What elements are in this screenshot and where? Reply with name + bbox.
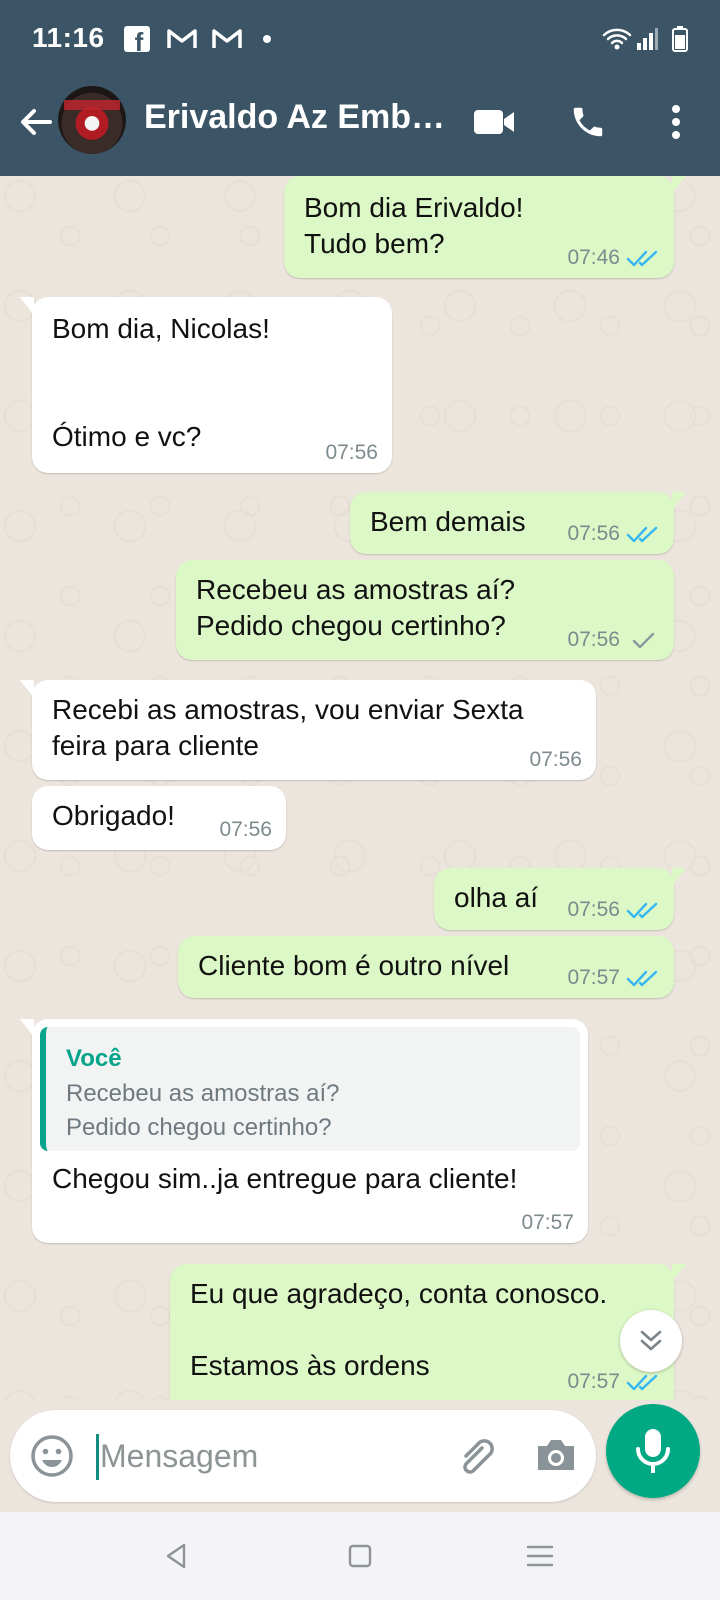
message-time: 07:46 — [567, 246, 620, 269]
message-time: 07:56 — [219, 818, 272, 841]
message-time: 07:56 — [529, 748, 582, 771]
message-text: Recebi as amostras, vou enviar Sexta fei… — [52, 694, 524, 761]
system-navigation-bar — [0, 1512, 720, 1600]
double-chevron-down-icon — [640, 1330, 662, 1351]
gmail-icon — [210, 26, 244, 52]
sent-tick-icon — [632, 632, 655, 649]
nav-home-icon[interactable] — [338, 1534, 382, 1578]
notification-dot-icon — [262, 26, 272, 52]
phone-call-icon[interactable] — [560, 94, 616, 150]
attach-icon[interactable] — [452, 1430, 504, 1482]
message-text: Bom dia Erivaldo! Tudo bem? — [304, 192, 524, 259]
message-bubble-outgoing[interactable]: Recebeu as amostras aí? Pedido chegou ce… — [176, 560, 674, 660]
chat-area[interactable]: Bom dia Erivaldo! Tudo bem? 07:46 Bom di… — [0, 176, 720, 1400]
signal-icon — [636, 26, 658, 52]
avatar[interactable] — [58, 86, 126, 154]
read-ticks-icon — [626, 970, 658, 987]
facebook-icon: f — [124, 26, 150, 57]
quote-author: Você — [66, 1045, 122, 1072]
message-input[interactable] — [100, 1430, 430, 1482]
read-ticks-icon — [626, 250, 658, 267]
camera-icon[interactable] — [530, 1430, 582, 1482]
message-bubble-outgoing[interactable]: olha aí 07:56 — [434, 868, 686, 930]
message-time: 07:56 — [567, 522, 620, 545]
message-composer — [10, 1410, 596, 1502]
message-bubble-incoming[interactable]: Obrigado! 07:56 — [32, 786, 286, 850]
nav-back-icon[interactable] — [155, 1534, 199, 1578]
message-bubble-incoming[interactable]: Recebi as amostras, vou enviar Sexta fei… — [20, 680, 596, 780]
emoji-icon[interactable] — [28, 1432, 76, 1480]
wifi-icon — [602, 26, 632, 52]
message-bubble-incoming[interactable]: Você Recebeu as amostras aí? Pedido cheg… — [20, 1019, 588, 1243]
nav-menu-icon[interactable] — [518, 1534, 562, 1578]
message-time: 07:56 — [567, 898, 620, 921]
message-time: 07:57 — [567, 966, 620, 989]
quote-text: Recebeu as amostras aí? Pedido chegou ce… — [66, 1080, 340, 1141]
message-time: 07:57 — [567, 1370, 620, 1393]
message-time: 07:56 — [567, 628, 620, 651]
back-arrow-icon[interactable] — [14, 100, 58, 144]
message-bubble-incoming[interactable]: Bom dia, Nicolas! Ótimo e vc? 07:56 — [20, 297, 392, 473]
gmail-icon — [165, 26, 199, 52]
message-bubble-outgoing[interactable]: Bom dia Erivaldo! Tudo bem? 07:46 — [284, 176, 686, 278]
mic-icon — [636, 1429, 670, 1473]
message-bubble-outgoing[interactable]: Eu que agradeço, conta conosco. Estamos … — [170, 1264, 686, 1400]
scroll-to-bottom-button[interactable] — [620, 1310, 682, 1372]
message-text: Chegou sim..ja entregue para cliente! — [52, 1163, 518, 1194]
facebook-glyph: f — [134, 26, 144, 57]
message-text: Bom dia, Nicolas! Ótimo e vc? — [52, 313, 270, 452]
message-bubble-outgoing[interactable]: Cliente bom é outro nível 07:57 — [178, 936, 674, 998]
message-text: Obrigado! — [52, 800, 175, 831]
read-ticks-icon — [626, 1374, 658, 1391]
read-ticks-icon — [626, 526, 658, 543]
message-time: 07:56 — [325, 441, 378, 464]
more-vert-icon[interactable] — [648, 94, 704, 150]
battery-icon — [672, 26, 688, 52]
read-ticks-icon — [626, 902, 658, 919]
message-text: Bem demais — [370, 506, 526, 537]
message-bubble-outgoing[interactable]: Bem demais 07:56 — [350, 492, 686, 554]
text-cursor — [96, 1434, 99, 1480]
mic-button[interactable] — [606, 1404, 700, 1498]
message-text: Recebeu as amostras aí? Pedido chegou ce… — [196, 574, 516, 641]
chat-header: Erivaldo Az Emb… — [0, 80, 720, 176]
message-time: 07:57 — [521, 1211, 574, 1234]
video-call-icon[interactable] — [466, 94, 522, 150]
message-text: Cliente bom é outro nível — [198, 950, 510, 981]
message-text: Eu que agradeço, conta conosco. Estamos … — [190, 1278, 608, 1381]
message-text: olha aí — [454, 882, 539, 913]
contact-name[interactable]: Erivaldo Az Emb… — [144, 98, 445, 137]
status-bar: 11:16 f — [0, 0, 720, 80]
status-time: 11:16 — [32, 22, 105, 53]
quoted-message[interactable]: Você Recebeu as amostras aí? Pedido cheg… — [40, 1027, 580, 1151]
